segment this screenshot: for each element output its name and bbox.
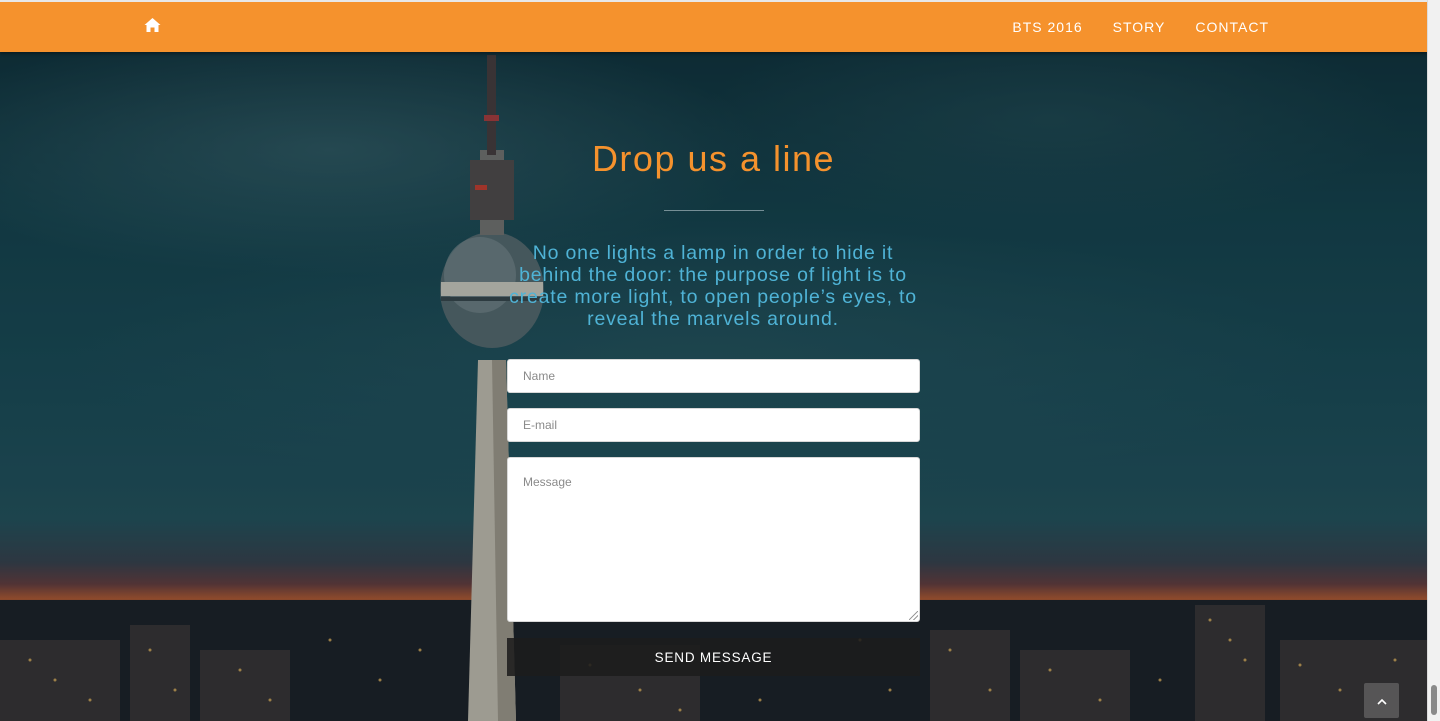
resize-grip-icon[interactable] — [909, 611, 918, 620]
nav-link-bts-2016[interactable]: BTS 2016 — [1012, 19, 1082, 35]
message-field[interactable] — [507, 457, 920, 622]
home-icon[interactable] — [144, 17, 161, 33]
send-message-button[interactable]: SEND MESSAGE — [507, 638, 920, 676]
back-to-top-button[interactable] — [1364, 683, 1399, 718]
email-field[interactable] — [507, 408, 920, 442]
nav-link-story[interactable]: STORY — [1113, 19, 1166, 35]
chevron-up-icon — [1376, 692, 1387, 710]
contact-lead-text: No one lights a lamp in order to hide it… — [509, 242, 917, 330]
nav-links: BTS 2016 STORY CONTACT — [982, 2, 1269, 52]
nav-link-contact[interactable]: CONTACT — [1195, 19, 1269, 35]
name-field[interactable] — [507, 359, 920, 393]
contact-heading: Drop us a line — [591, 138, 836, 179]
page-scrollbar[interactable] — [1427, 0, 1440, 721]
scrollbar-thumb[interactable] — [1431, 685, 1437, 715]
top-navbar: BTS 2016 STORY CONTACT — [0, 0, 1427, 52]
heading-divider — [664, 210, 764, 211]
